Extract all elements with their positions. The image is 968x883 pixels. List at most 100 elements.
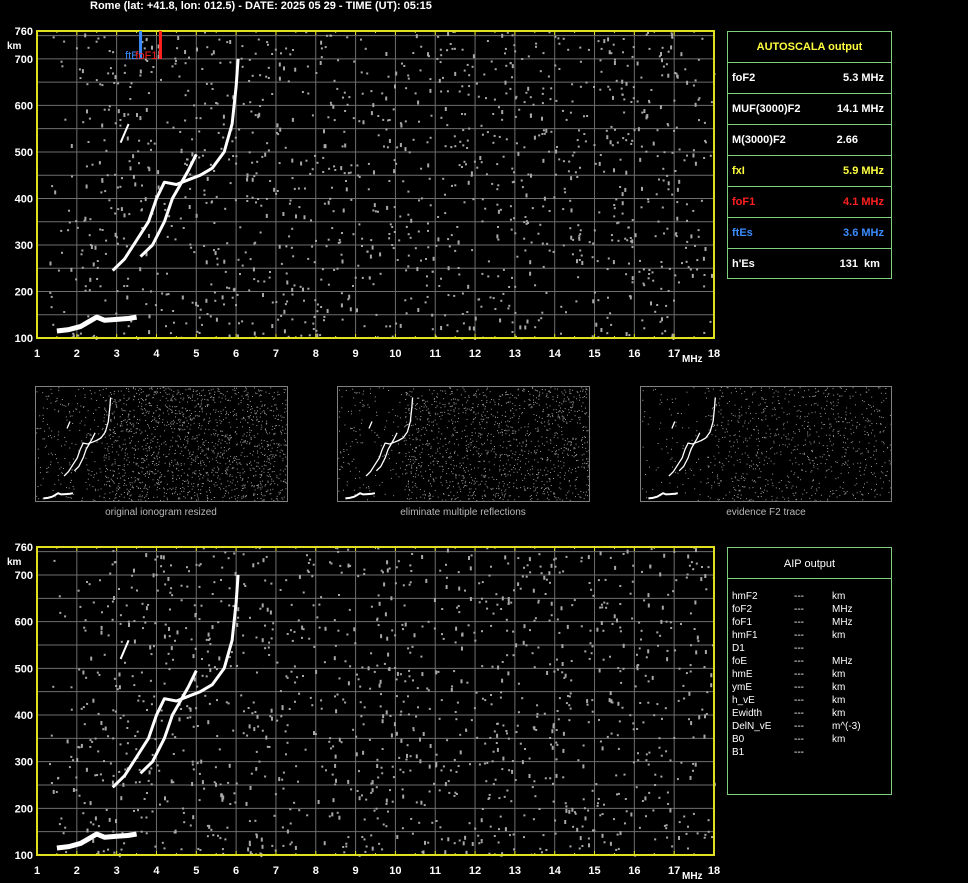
noise-dot xyxy=(502,756,505,761)
thumb-noise-dot xyxy=(207,448,209,450)
thumb-noise-dot xyxy=(150,405,152,406)
noise-dot xyxy=(651,271,654,274)
thumb-noise-dot xyxy=(202,477,204,479)
noise-dot xyxy=(402,584,405,587)
thumb-noise-dot xyxy=(166,393,168,395)
noise-dot xyxy=(123,113,126,117)
thumb-noise-dot xyxy=(182,416,184,418)
noise-dot xyxy=(127,620,130,623)
thumb-noise-dot xyxy=(276,498,278,500)
noise-dot xyxy=(490,60,493,63)
noise-dot xyxy=(386,636,389,641)
noise-dot xyxy=(60,817,63,820)
thumb-noise-dot xyxy=(232,389,234,391)
thumb-noise-dot xyxy=(276,495,278,497)
thumb-noise-dot xyxy=(267,458,269,460)
noise-dot xyxy=(542,205,545,208)
thumb-noise-dot xyxy=(276,450,278,452)
noise-dot xyxy=(529,96,532,99)
noise-dot xyxy=(571,604,574,607)
noise-dot xyxy=(665,750,668,753)
noise-dot xyxy=(466,147,469,149)
noise-dot xyxy=(186,158,189,161)
noise-dot xyxy=(635,786,638,789)
thumb-noise-dot xyxy=(73,410,74,412)
noise-dot xyxy=(542,158,545,163)
noise-dot xyxy=(537,599,540,602)
noise-dot xyxy=(161,292,164,295)
thumb-noise-dot xyxy=(91,471,93,472)
aip-unit: km xyxy=(832,682,846,693)
noise-dot xyxy=(201,154,204,157)
thumb-noise-dot xyxy=(131,440,132,442)
thumb-noise-dot xyxy=(245,495,247,496)
thumb-noise-dot xyxy=(209,480,211,482)
noise-dot xyxy=(618,720,621,723)
noise-dot xyxy=(307,92,310,95)
thumb-noise-dot xyxy=(178,470,180,472)
thumb-noise-dot xyxy=(222,457,224,459)
noise-dot xyxy=(235,155,238,158)
noise-dot xyxy=(385,128,388,131)
noise-dot xyxy=(150,290,152,293)
noise-dot xyxy=(694,79,697,82)
thumb-noise-dot xyxy=(522,442,524,444)
noise-dot xyxy=(692,84,695,87)
thumb-noise-dot xyxy=(273,443,275,445)
noise-dot xyxy=(399,215,402,218)
thumb-noise-dot xyxy=(187,457,189,459)
noise-dot xyxy=(421,625,424,628)
thumb-noise-dot xyxy=(177,463,179,465)
thumb-noise-dot xyxy=(242,484,244,486)
thumb-noise-dot xyxy=(132,485,134,487)
thumb-noise-dot xyxy=(485,480,487,482)
noise-dot xyxy=(597,579,600,582)
thumb-noise-dot xyxy=(113,441,115,443)
thumb-noise-dot xyxy=(282,458,284,460)
noise-dot xyxy=(172,658,174,661)
thumb-noise-dot xyxy=(165,397,167,399)
noise-dot xyxy=(180,848,183,851)
thumb-noise-dot xyxy=(240,402,242,403)
thumb-noise-dot xyxy=(429,492,430,494)
noise-dot xyxy=(249,616,251,619)
thumb-noise-dot xyxy=(271,480,273,482)
noise-dot xyxy=(491,182,494,185)
thumb-noise-dot xyxy=(136,485,138,487)
thumb-noise-dot xyxy=(285,488,287,490)
noise-dot xyxy=(361,836,364,838)
noise-dot xyxy=(525,193,528,198)
thumb-noise-dot xyxy=(109,429,110,431)
noise-dot xyxy=(259,231,262,234)
noise-dot xyxy=(200,759,203,764)
thumb-noise-dot xyxy=(119,416,121,418)
noise-dot xyxy=(658,737,661,740)
noise-dot xyxy=(481,198,484,201)
aip-name: hmF1 xyxy=(732,630,758,641)
noise-dot xyxy=(462,129,465,132)
noise-dot xyxy=(228,158,231,161)
noise-dot xyxy=(689,670,692,673)
noise-dot xyxy=(243,583,246,586)
thumb-noise-dot xyxy=(259,477,261,478)
noise-dot xyxy=(196,685,199,688)
noise-dot xyxy=(218,748,221,751)
noise-dot xyxy=(105,149,108,152)
thumb-noise-dot xyxy=(208,417,210,419)
thumb-noise-dot xyxy=(105,470,107,472)
noise-dot xyxy=(86,702,89,705)
thumb-noise-dot xyxy=(62,404,63,406)
noise-dot xyxy=(98,673,101,676)
thumb-noise-dot xyxy=(273,392,275,394)
noise-dot xyxy=(359,701,362,704)
thumb-noise-dot xyxy=(180,464,182,466)
thumb-noise-dot xyxy=(90,393,92,395)
noise-dot xyxy=(85,767,88,772)
noise-dot xyxy=(638,826,641,829)
noise-dot xyxy=(485,97,487,100)
noise-dot xyxy=(662,167,665,170)
noise-dot xyxy=(227,702,230,705)
noise-dot xyxy=(251,74,254,77)
thumb-noise-dot xyxy=(123,496,125,498)
noise-dot xyxy=(290,670,293,673)
